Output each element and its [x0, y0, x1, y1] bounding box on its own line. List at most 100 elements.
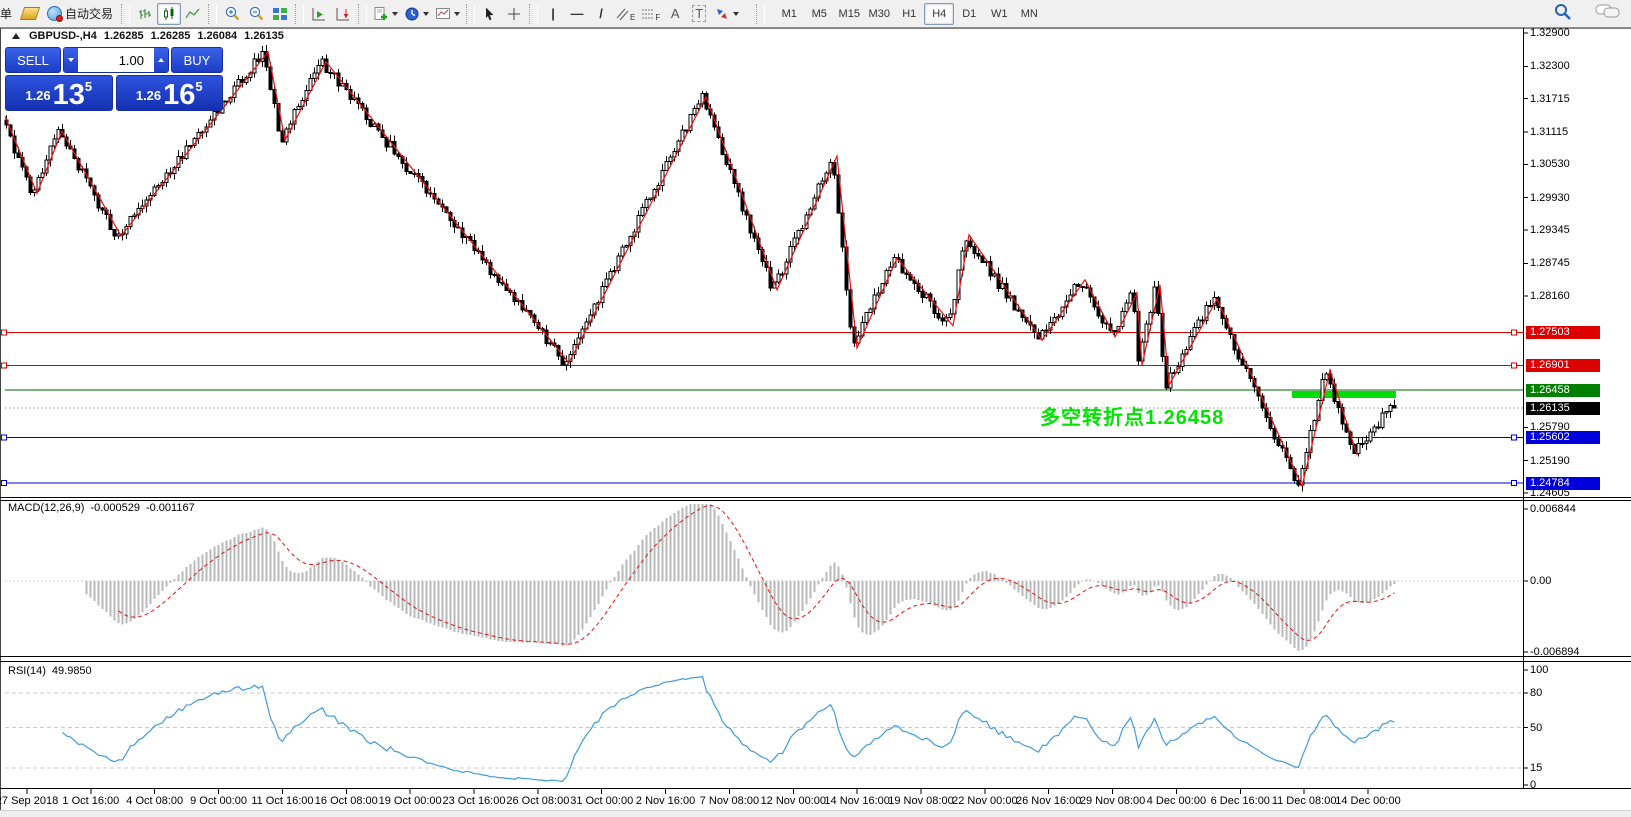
horizontal-line-tool[interactable]: —	[565, 3, 589, 25]
timeframe-d1[interactable]: D1	[954, 3, 984, 25]
line-handle[interactable]	[1512, 330, 1517, 335]
zoom-in-button[interactable]	[220, 3, 244, 25]
timeframe-m1[interactable]: M1	[774, 3, 804, 25]
text-label-tool[interactable]: T	[687, 3, 711, 25]
vertical-line-tool[interactable]: |	[541, 3, 565, 25]
macd-axis-tick: 0.00	[1530, 575, 1551, 587]
toolbar-grip	[466, 4, 475, 24]
auto-trading-label: 自动交易	[65, 5, 113, 22]
line-handle[interactable]	[2, 435, 7, 440]
auto-scroll-button[interactable]	[307, 3, 331, 25]
ohlc-open: 1.26285	[104, 30, 144, 42]
turning-point-annotation: 多空转折点1.26458	[1040, 401, 1224, 430]
sell-price-box[interactable]: 1.26 13 5	[5, 75, 113, 111]
candlestick-chart-icon	[161, 6, 177, 22]
collapse-panel-icon[interactable]	[12, 33, 20, 39]
timeframe-m5[interactable]: M5	[804, 3, 834, 25]
timeframe-h1[interactable]: H1	[894, 3, 924, 25]
line-handle[interactable]	[1512, 363, 1517, 368]
sell-price-main: 13	[53, 82, 85, 108]
price-axis-tick: 1.28745	[1530, 257, 1570, 269]
price-axis-tick: 1.29930	[1530, 192, 1570, 204]
line-handle[interactable]	[1512, 435, 1517, 440]
trendline-tool[interactable]: /	[589, 3, 613, 25]
timeframe-group: M1M5M15M30H1H4D1W1MN	[774, 3, 1044, 25]
crosshair-button[interactable]	[502, 3, 526, 25]
fibonacci-tool[interactable]: F	[638, 3, 663, 25]
buy-button[interactable]: BUY	[171, 47, 223, 73]
channel-letter: E	[630, 13, 635, 22]
periods-dropdown-caret-icon	[423, 12, 429, 16]
buy-price-box[interactable]: 1.26 16 5	[116, 75, 224, 111]
tile-windows-icon	[272, 6, 288, 22]
cursor-icon	[482, 6, 498, 22]
price-level-badge: 1.24784	[1526, 477, 1600, 490]
arrows-tool[interactable]	[711, 3, 742, 25]
auto-trading-button[interactable]: 自动交易	[42, 3, 118, 25]
new-order-icon	[20, 7, 40, 20]
ohlc-close: 1.26135	[244, 30, 284, 42]
toolbar-grip	[529, 4, 538, 24]
rsi-axis-tick: 80	[1530, 687, 1542, 699]
zoom-out-button[interactable]	[244, 3, 268, 25]
toolbar-grip	[121, 4, 130, 24]
rsi-axis-tick: 0	[1530, 779, 1536, 791]
indicators-button[interactable]	[370, 3, 401, 25]
chat-icon[interactable]	[1595, 3, 1621, 21]
templates-button[interactable]	[432, 3, 463, 25]
timeframe-h4[interactable]: H4	[924, 3, 954, 25]
cursor-button[interactable]	[478, 3, 502, 25]
bar-chart-button[interactable]	[133, 3, 157, 25]
ohlc-high: 1.26285	[151, 30, 191, 42]
chart-canvas[interactable]	[0, 0, 1631, 816]
candlestick-chart-button[interactable]	[157, 3, 181, 25]
timeframe-m15[interactable]: M15	[834, 3, 864, 25]
toolbar-grip	[358, 4, 367, 24]
price-axis-tick: 1.25190	[1530, 455, 1570, 467]
macd-main-value: -0.000529	[90, 502, 140, 514]
text-tool[interactable]: A	[663, 3, 687, 25]
order-button-label: 单	[0, 5, 12, 22]
macd-axis-tick: -0.006894	[1530, 646, 1580, 658]
volume-input[interactable]	[78, 48, 154, 72]
sell-price-prefix: 1.26	[25, 88, 50, 103]
volume-increase-button[interactable]	[154, 48, 168, 72]
tile-windows-button[interactable]	[268, 3, 292, 25]
periods-button[interactable]	[401, 3, 432, 25]
rsi-value: 49.9850	[52, 665, 92, 677]
line-chart-button[interactable]	[181, 3, 205, 25]
toolbar-grip	[295, 4, 304, 24]
new-order-button[interactable]	[18, 3, 42, 25]
price-level-badge: 1.27503	[1526, 326, 1600, 339]
zoom-out-icon	[248, 5, 265, 22]
bar-chart-icon	[137, 6, 153, 22]
line-handle[interactable]	[2, 363, 7, 368]
indicators-dropdown-caret-icon	[392, 12, 398, 16]
line-handle[interactable]	[2, 481, 7, 486]
chart-shift-button[interactable]	[331, 3, 355, 25]
order-button[interactable]: 单	[0, 3, 18, 25]
rsi-axis-tick: 100	[1530, 664, 1548, 676]
chart-shift-icon	[335, 6, 351, 22]
search-icon[interactable]	[1553, 2, 1573, 22]
zoom-in-icon	[224, 5, 241, 22]
line-handle[interactable]	[2, 330, 7, 335]
arrows-dropdown-caret-icon	[733, 12, 739, 16]
macd-signal-value: -0.001167	[146, 502, 195, 514]
price-level-badge: 1.25602	[1526, 431, 1600, 444]
periods-clock-icon	[404, 6, 420, 22]
line-handle[interactable]	[1512, 481, 1517, 486]
line-chart-icon	[185, 6, 201, 22]
timeframe-m30[interactable]: M30	[864, 3, 894, 25]
price-axis-tick: 1.28160	[1530, 290, 1570, 302]
timeframe-w1[interactable]: W1	[984, 3, 1014, 25]
auto-trading-icon	[47, 6, 62, 21]
sell-price-sup: 5	[85, 79, 92, 94]
sell-button[interactable]: SELL	[5, 47, 61, 73]
timeframe-mn[interactable]: MN	[1014, 3, 1044, 25]
price-axis-tick: 1.31115	[1530, 126, 1568, 138]
equidistant-channel-tool[interactable]: E	[613, 3, 638, 25]
buy-price-sup: 5	[195, 79, 202, 94]
volume-decrease-button[interactable]	[64, 48, 78, 72]
macd-name: MACD(12,26,9)	[8, 502, 84, 514]
